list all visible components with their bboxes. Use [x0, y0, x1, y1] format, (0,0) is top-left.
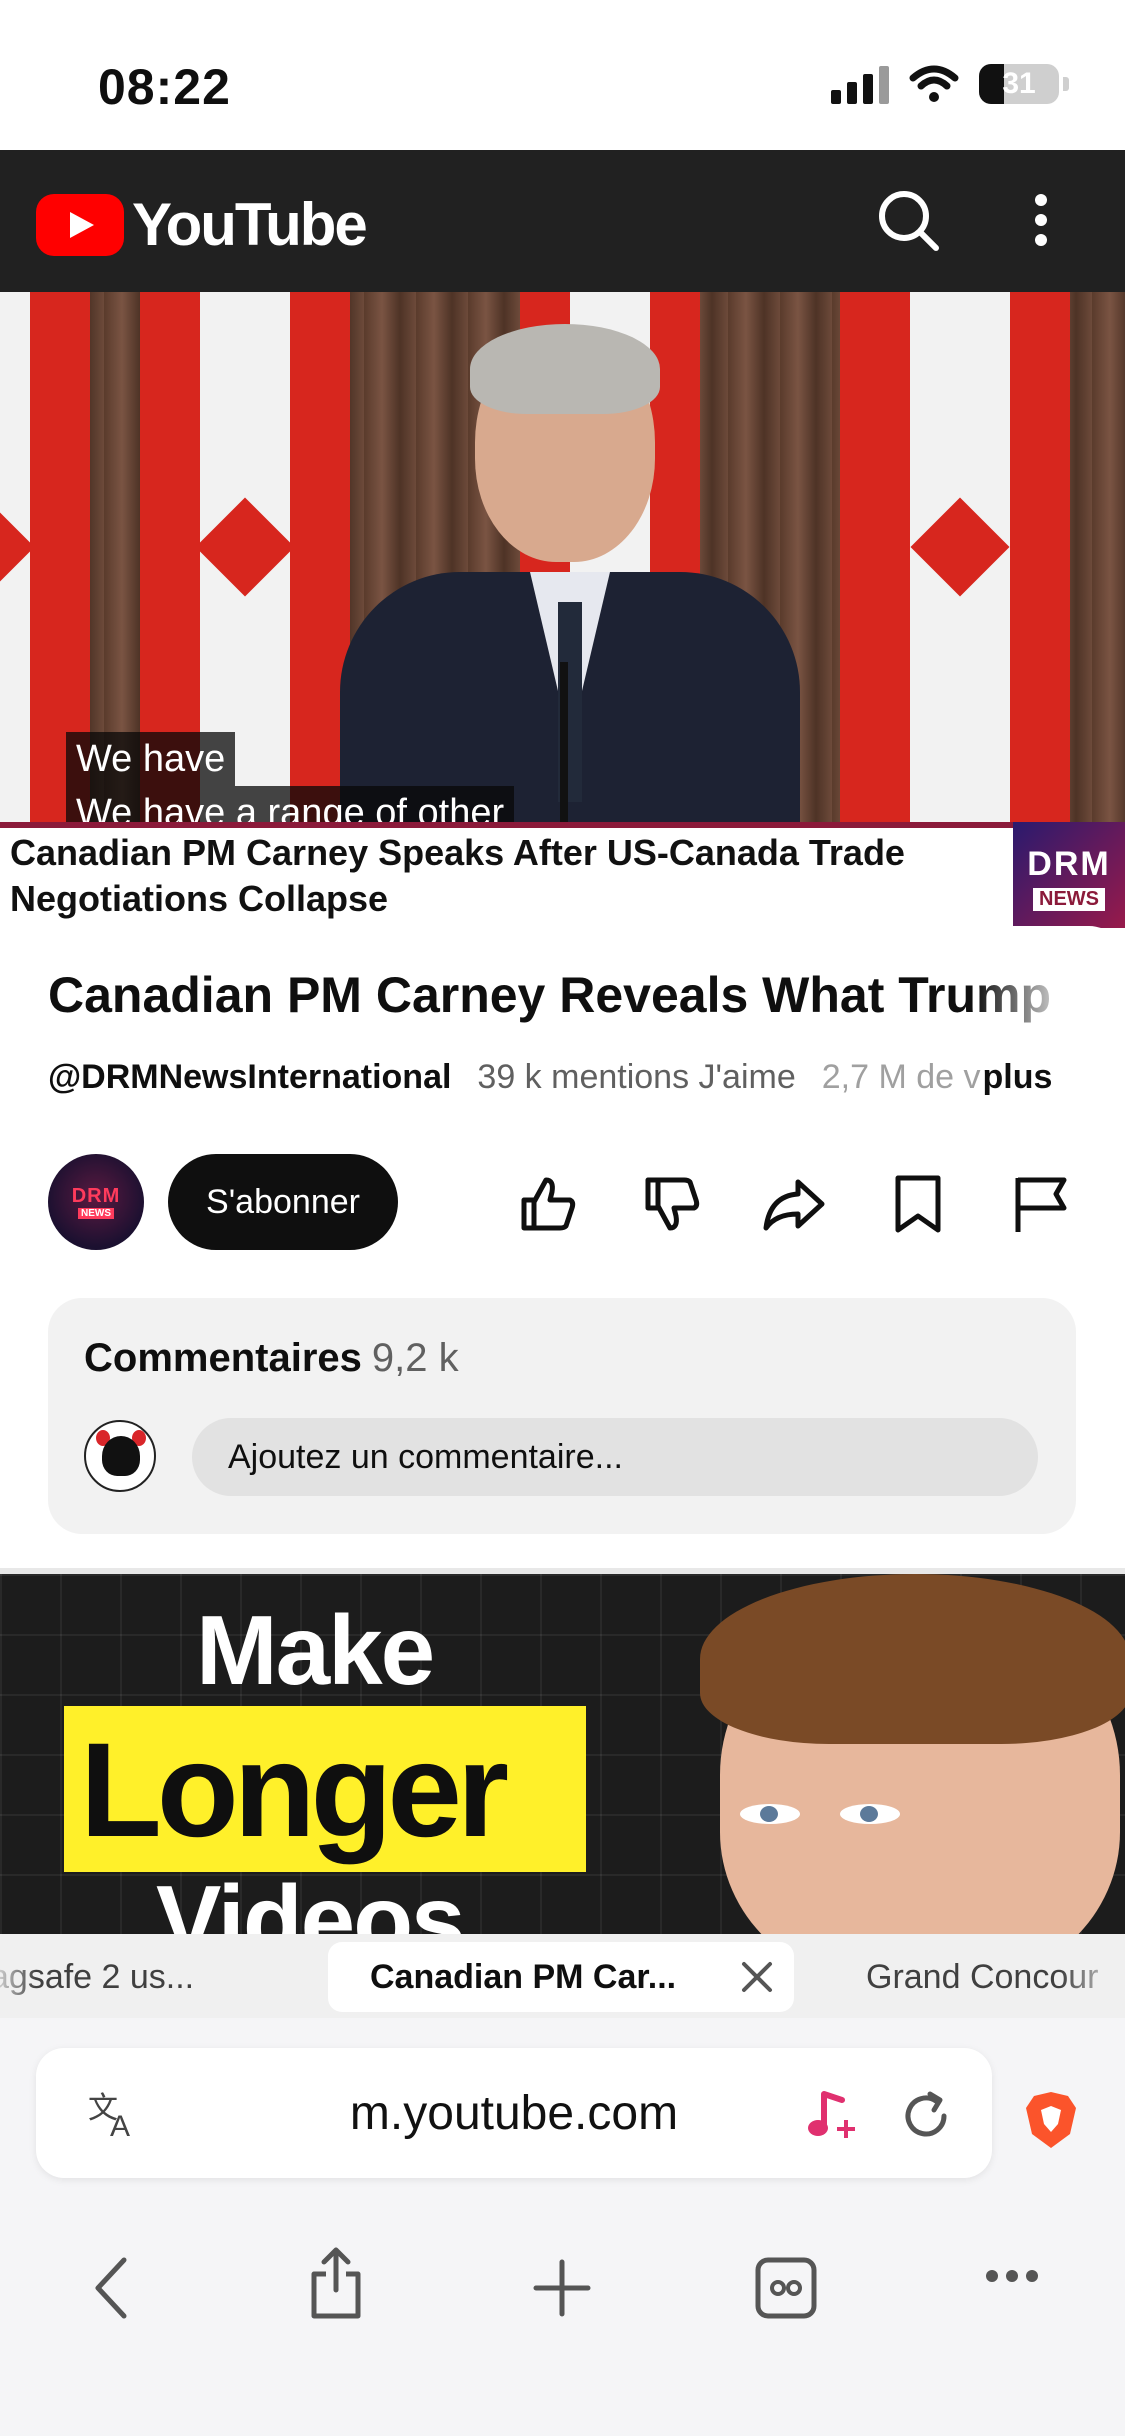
thumbs-up-icon[interactable]	[516, 1172, 580, 1236]
browser-tab-label: Canadian PM Car...	[370, 1957, 677, 1996]
comments-title: Commentaires	[84, 1336, 362, 1380]
back-icon[interactable]	[88, 2256, 138, 2320]
action-row: DRM NEWS S'abonner	[48, 1154, 1088, 1250]
more-link[interactable]: plus	[982, 1058, 1052, 1097]
share-icon[interactable]	[306, 2246, 366, 2320]
badge-text: DRM	[1027, 845, 1111, 883]
youtube-header: YouTube	[0, 150, 1125, 292]
tabs-overview-icon[interactable]	[754, 2256, 818, 2320]
comments-header: Commentaires 9,2 k	[84, 1336, 459, 1381]
youtube-play-icon	[36, 193, 124, 256]
more-options-icon[interactable]	[1035, 194, 1047, 246]
browser-tab[interactable]: agsafe 2 us...	[0, 1942, 220, 2012]
music-add-icon[interactable]	[806, 2086, 858, 2142]
comments-section[interactable]: Commentaires 9,2 k Ajoutez un commentaire…	[48, 1298, 1076, 1534]
cellular-signal-icon	[831, 64, 889, 104]
save-bookmark-icon[interactable]	[886, 1172, 950, 1236]
report-flag-icon[interactable]	[1008, 1172, 1072, 1236]
caption-line: We have	[66, 732, 236, 786]
share-icon[interactable]	[762, 1172, 826, 1236]
status-icons: 31	[831, 64, 1069, 104]
channel-handle[interactable]: @DRMNewsInternational	[48, 1058, 451, 1097]
badge-subtext: NEWS	[1033, 888, 1105, 911]
thumbnail-text: Longer	[80, 1716, 509, 1865]
avatar-subtext: NEWS	[78, 1208, 114, 1219]
youtube-logo[interactable]: YouTube	[36, 190, 368, 259]
like-count: 39 k mentions J'aime	[477, 1058, 796, 1096]
view-count: 2,7 M de v	[821, 1058, 981, 1096]
thumbnail-text: Videos	[156, 1865, 466, 1934]
browser-chrome: 文 A m.youtube.com	[0, 2018, 1125, 2436]
menu-more-icon[interactable]	[984, 2264, 1040, 2288]
video-info: Canadian PM Carney Reveals What Trump @D…	[0, 926, 1125, 1566]
browser-toolbar	[0, 2238, 1125, 2338]
reload-icon[interactable]	[898, 2088, 954, 2144]
search-icon[interactable]	[876, 188, 942, 254]
wifi-icon	[909, 65, 959, 102]
battery-icon: 31	[979, 64, 1059, 104]
thumbs-down-icon[interactable]	[640, 1172, 704, 1236]
address-bar[interactable]: 文 A m.youtube.com	[36, 2048, 992, 2178]
comment-input[interactable]: Ajoutez un commentaire...	[192, 1418, 1038, 1496]
status-bar: 08:22 31	[0, 0, 1125, 150]
close-icon[interactable]	[740, 1960, 774, 1994]
video-player[interactable]: We have We have a range of other Canadia…	[0, 292, 1125, 928]
drm-news-badge: DRM NEWS	[1013, 822, 1125, 928]
video-metadata[interactable]: @DRMNewsInternational 39 k mentions J'ai…	[48, 1058, 1078, 1097]
subscribe-button[interactable]: S'abonner	[168, 1154, 398, 1250]
brave-shield-icon[interactable]	[1024, 2090, 1078, 2150]
lower-third-title: Canadian PM Carney Speaks After US-Canad…	[10, 832, 905, 919]
lower-third-banner: Canadian PM Carney Speaks After US-Canad…	[0, 822, 1125, 928]
browser-tab-active[interactable]: Canadian PM Car...	[328, 1942, 794, 2012]
next-video-thumbnail[interactable]: Make Longer Videos	[0, 1574, 1125, 1934]
thumbnail-text: Make	[196, 1595, 435, 1705]
video-title[interactable]: Canadian PM Carney Reveals What Trump	[48, 966, 1078, 1024]
browser-tab[interactable]: Grand Concour	[866, 1942, 1125, 2012]
youtube-wordmark: YouTube	[132, 191, 368, 258]
new-tab-icon[interactable]	[530, 2256, 594, 2320]
channel-avatar[interactable]: DRM NEWS	[48, 1154, 144, 1250]
browser-tab-strip: agsafe 2 us... Canadian PM Car... Grand …	[0, 1934, 1125, 2018]
user-avatar	[84, 1420, 156, 1492]
avatar-text: DRM	[71, 1185, 121, 1207]
comments-count: 9,2 k	[371, 1336, 459, 1380]
status-time: 08:22	[98, 59, 231, 115]
battery-level: 31	[1002, 67, 1036, 100]
